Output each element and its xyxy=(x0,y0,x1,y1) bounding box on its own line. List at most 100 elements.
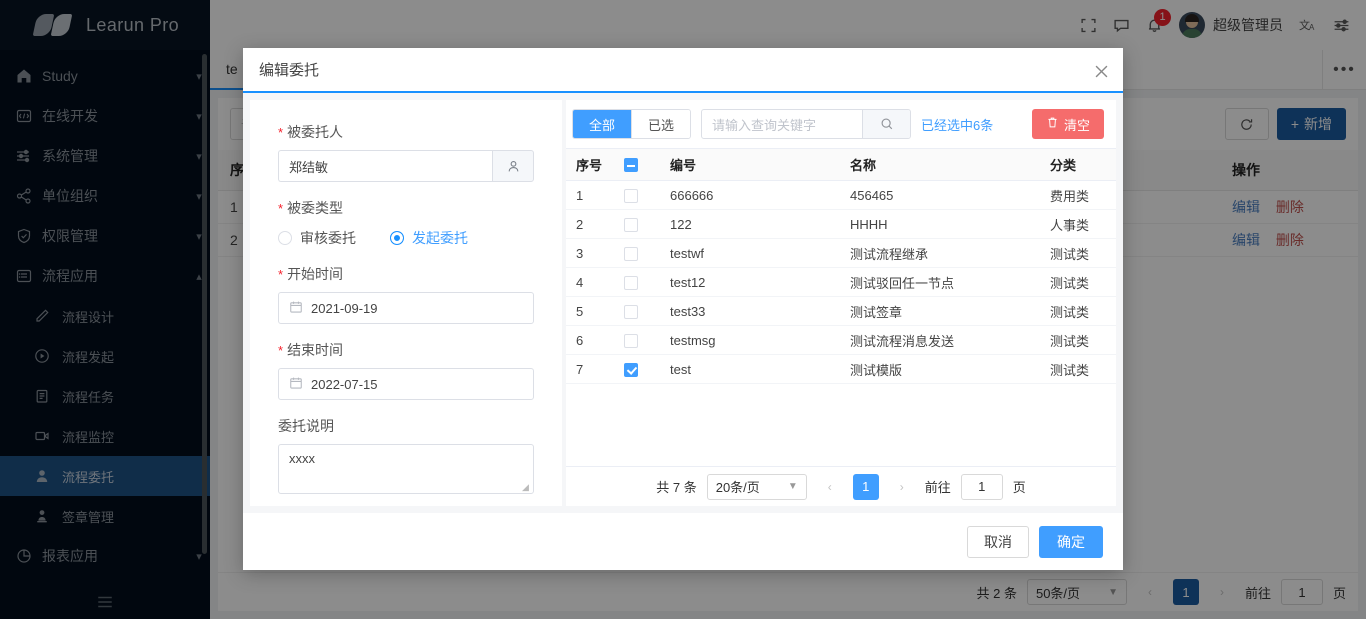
row-checkbox[interactable] xyxy=(624,218,638,232)
col-category: 分类 xyxy=(1040,149,1116,181)
row-checkbox[interactable] xyxy=(624,247,638,261)
pagination-page-1[interactable]: 1 xyxy=(853,474,879,500)
list-pagination: 共 7 条 20条/页 ▼ ‹ 1 › 前往 1 页 xyxy=(566,466,1116,506)
cell-name: 测试模版 xyxy=(840,355,1040,384)
field-description: 委托说明 xxxx ◢ xyxy=(278,416,534,494)
row-checkbox[interactable] xyxy=(624,276,638,290)
delegatee-input[interactable]: 郑结敏 xyxy=(278,150,492,182)
radio-initiate-delegate[interactable]: 发起委托 xyxy=(390,228,468,248)
table-row[interactable]: 2 122 HHHH 人事类 xyxy=(566,210,1116,239)
pagination-goto-input[interactable]: 1 xyxy=(961,474,1003,500)
edit-delegate-modal: 编辑委托 * 被委托人 郑结敏 xyxy=(243,48,1123,570)
pagination-page-unit: 页 xyxy=(1013,477,1026,496)
pagination-total: 共 7 条 xyxy=(656,477,696,496)
radio-label: 发起委托 xyxy=(412,228,468,248)
cell-checkbox xyxy=(614,297,660,326)
cell-code: test12 xyxy=(660,268,840,297)
end-label: 结束时间 xyxy=(287,340,343,360)
list-empty-space xyxy=(566,384,1116,466)
table-row[interactable]: 4 test12 测试驳回任一节点 测试类 xyxy=(566,268,1116,297)
field-delegatee: * 被委托人 郑结敏 xyxy=(278,122,534,182)
search-input[interactable]: 请输入查询关键字 xyxy=(702,110,862,138)
cell-name: 测试签章 xyxy=(840,297,1040,326)
segment-all[interactable]: 全部 xyxy=(573,110,631,138)
field-label: * 被委类型 xyxy=(278,198,534,218)
user-picker-icon[interactable] xyxy=(492,150,534,182)
flow-table: 序号 编号 名称 分类 1 666666 xyxy=(566,148,1116,384)
cell-code: 122 xyxy=(660,210,840,239)
cell-checkbox xyxy=(614,326,660,355)
pagination-goto-label: 前往 xyxy=(925,477,951,496)
radio-dot xyxy=(278,231,292,245)
cell-checkbox xyxy=(614,268,660,297)
resize-grip-icon[interactable]: ◢ xyxy=(522,483,531,492)
radio-dot xyxy=(390,231,404,245)
radio-audit-delegate[interactable]: 审核委托 xyxy=(278,228,356,248)
selected-count-info: 已经选中6条 xyxy=(921,115,993,134)
page-size-select[interactable]: 20条/页 ▼ xyxy=(707,474,807,500)
col-index: 序号 xyxy=(566,149,614,181)
cell-name: HHHH xyxy=(840,210,1040,239)
table-row[interactable]: 3 testwf 测试流程继承 测试类 xyxy=(566,239,1116,268)
page-size-value: 20条/页 xyxy=(716,477,760,496)
cell-category: 费用类 xyxy=(1040,181,1116,210)
modal-header: 编辑委托 xyxy=(243,48,1123,93)
row-checkbox[interactable] xyxy=(624,363,638,377)
col-name: 名称 xyxy=(840,149,1040,181)
confirm-button[interactable]: 确定 xyxy=(1039,526,1103,558)
flow-list-panel: 全部 已选 请输入查询关键字 已经选中6条 xyxy=(566,100,1116,506)
table-row[interactable]: 6 testmsg 测试流程消息发送 测试类 xyxy=(566,326,1116,355)
cell-category: 测试类 xyxy=(1040,355,1116,384)
field-label: * 开始时间 xyxy=(278,264,534,284)
table-row[interactable]: 5 test33 测试签章 测试类 xyxy=(566,297,1116,326)
row-checkbox[interactable] xyxy=(624,334,638,348)
end-date-input[interactable]: 2022-07-15 xyxy=(278,368,534,400)
modal-footer: 取消 确定 xyxy=(243,513,1123,570)
search-icon[interactable] xyxy=(862,110,910,138)
app-root: Learun Pro Study ▾ 在线开发 ▾ xyxy=(0,0,1366,619)
required-marker: * xyxy=(278,344,283,357)
description-textarea[interactable]: xxxx ◢ xyxy=(278,444,534,494)
field-label: * 被委托人 xyxy=(278,122,534,142)
filter-segment: 全部 已选 xyxy=(572,109,691,139)
start-label: 开始时间 xyxy=(287,264,343,284)
radio-label: 审核委托 xyxy=(300,228,356,248)
segment-selected[interactable]: 已选 xyxy=(631,110,690,138)
cell-checkbox xyxy=(614,181,660,210)
cell-index: 7 xyxy=(566,355,614,384)
col-select-all xyxy=(614,149,660,181)
cell-checkbox xyxy=(614,210,660,239)
modal-body: * 被委托人 郑结敏 * 被委类型 xyxy=(243,93,1123,513)
modal-title: 编辑委托 xyxy=(259,59,319,80)
cell-category: 测试类 xyxy=(1040,239,1116,268)
cell-code: test33 xyxy=(660,297,840,326)
list-toolbar: 全部 已选 请输入查询关键字 已经选中6条 xyxy=(566,100,1116,148)
calendar-icon xyxy=(289,300,303,317)
cell-name: 测试流程消息发送 xyxy=(840,326,1040,355)
chevron-left-icon[interactable]: ‹ xyxy=(817,474,843,500)
start-date-input[interactable]: 2021-09-19 xyxy=(278,292,534,324)
cancel-button[interactable]: 取消 xyxy=(967,526,1029,558)
cell-name: 测试流程继承 xyxy=(840,239,1040,268)
end-date-value: 2022-07-15 xyxy=(311,377,378,392)
clear-button[interactable]: 清空 xyxy=(1032,109,1104,139)
table-row[interactable]: 7 test 测试模版 测试类 xyxy=(566,355,1116,384)
cell-category: 测试类 xyxy=(1040,326,1116,355)
cell-code: testmsg xyxy=(660,326,840,355)
row-checkbox[interactable] xyxy=(624,305,638,319)
calendar-icon xyxy=(289,376,303,393)
close-icon[interactable] xyxy=(1091,61,1111,81)
chevron-right-icon[interactable]: › xyxy=(889,474,915,500)
delegatee-label: 被委托人 xyxy=(287,122,343,142)
required-marker: * xyxy=(278,268,283,281)
field-start-time: * 开始时间 2021-09-19 xyxy=(278,264,534,324)
desc-label: 委托说明 xyxy=(278,416,534,436)
cell-index: 2 xyxy=(566,210,614,239)
select-all-checkbox[interactable] xyxy=(624,158,638,172)
cell-name: 测试驳回任一节点 xyxy=(840,268,1040,297)
table-row[interactable]: 1 666666 456465 费用类 xyxy=(566,181,1116,210)
row-checkbox[interactable] xyxy=(624,189,638,203)
cell-code: test xyxy=(660,355,840,384)
description-value: xxxx xyxy=(289,451,315,466)
trash-icon xyxy=(1046,116,1059,132)
